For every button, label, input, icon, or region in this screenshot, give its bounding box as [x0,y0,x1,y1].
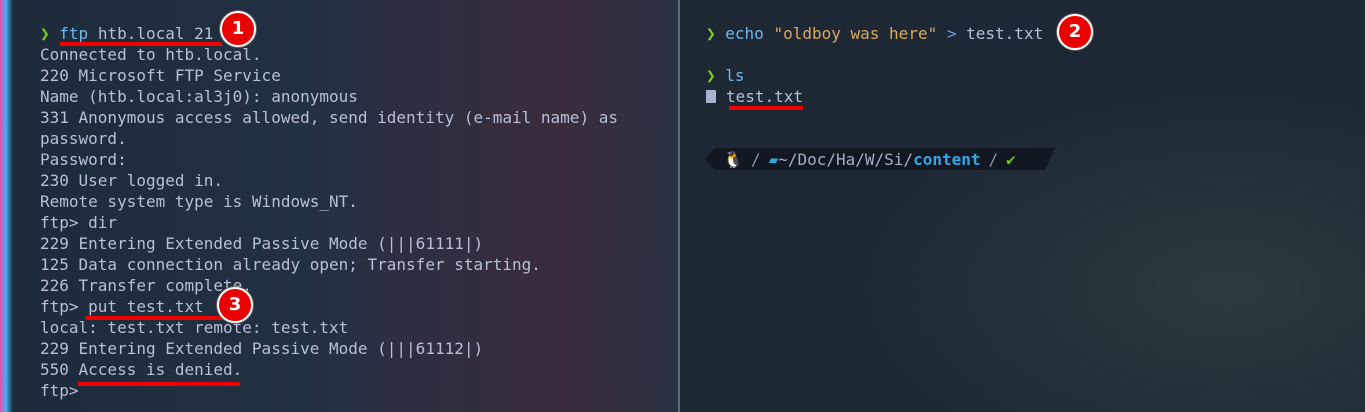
output-line: 229 Entering Extended Passive Mode (|||6… [40,339,484,358]
output-line: Name (htb.local:al3j0): anonymous [40,87,358,106]
path-prefix: ~/Doc/Ha/W/Si/ [778,149,914,169]
path-segment: ▰~/Doc/Ha/W/Si/content [769,150,981,169]
annotation-badge-2: 2 [1057,14,1093,50]
command-args: htb.local 21 [88,24,214,43]
underline-annotation [85,316,243,320]
command: echo [725,24,764,43]
redirect-operator: > [946,24,957,43]
output-line: local: test.txt remote: test.txt [40,318,349,337]
output-line: Connected to htb.local. [40,45,262,64]
prompt-icon: ❯ [706,66,716,85]
output-line: 230 User logged in. [40,171,224,190]
output-line: ftp> put test.txt [40,297,204,316]
output-line: 550 Access is denied. [40,360,243,379]
underline-annotation [729,106,803,110]
target-file: test.txt [966,24,1044,43]
command: ftp [59,24,89,43]
separator: / [750,149,761,169]
ls-result: test.txt [706,86,803,107]
ls-command-line: ❯ ls [706,65,745,86]
echo-command-line: ❯ echo "oldboy was here" > test.txt [706,23,1043,44]
left-terminal-pane[interactable]: ❯ ftp htb.local 21 Connected to htb.loca… [0,0,678,412]
output-line: 331 Anonymous access allowed, send ident… [40,108,618,127]
output-line: ftp> [40,381,79,400]
string-arg: "oldboy was here" [773,24,938,43]
linux-tux-icon: 🐧 [723,149,743,169]
file-icon [706,90,716,103]
annotation-badge-3: 3 [217,287,253,323]
file-name: test.txt [726,87,804,106]
current-dir: content [913,149,981,169]
separator: / [988,149,999,169]
output-line: 229 Entering Extended Passive Mode (|||6… [40,234,484,253]
folder-icon: ▰ [768,149,779,169]
output-line: ftp> dir [40,213,118,232]
success-check-icon: ✔ [1006,149,1016,169]
underline-annotation [60,42,222,46]
right-terminal-pane[interactable]: ❯ echo "oldboy was here" > test.txt ❯ ls… [680,0,1365,412]
output-line: 220 Microsoft FTP Service [40,66,281,85]
underline-annotation [78,382,240,386]
prompt-icon: ❯ [40,24,50,43]
output-line: 125 Data connection already open; Transf… [40,255,541,274]
annotation-badge-1: 1 [220,11,256,47]
prompt-icon: ❯ [706,24,716,43]
output-line: password. [40,129,127,148]
command: ls [725,66,745,85]
output-line: Remote system type is Windows_NT. [40,192,358,211]
ftp-command-line: ❯ ftp htb.local 21 [40,23,213,44]
output-line: Password: [40,150,127,169]
prompt-status-bar: 🐧 / ▰~/Doc/Ha/W/Si/content / ✔ [705,148,1055,170]
